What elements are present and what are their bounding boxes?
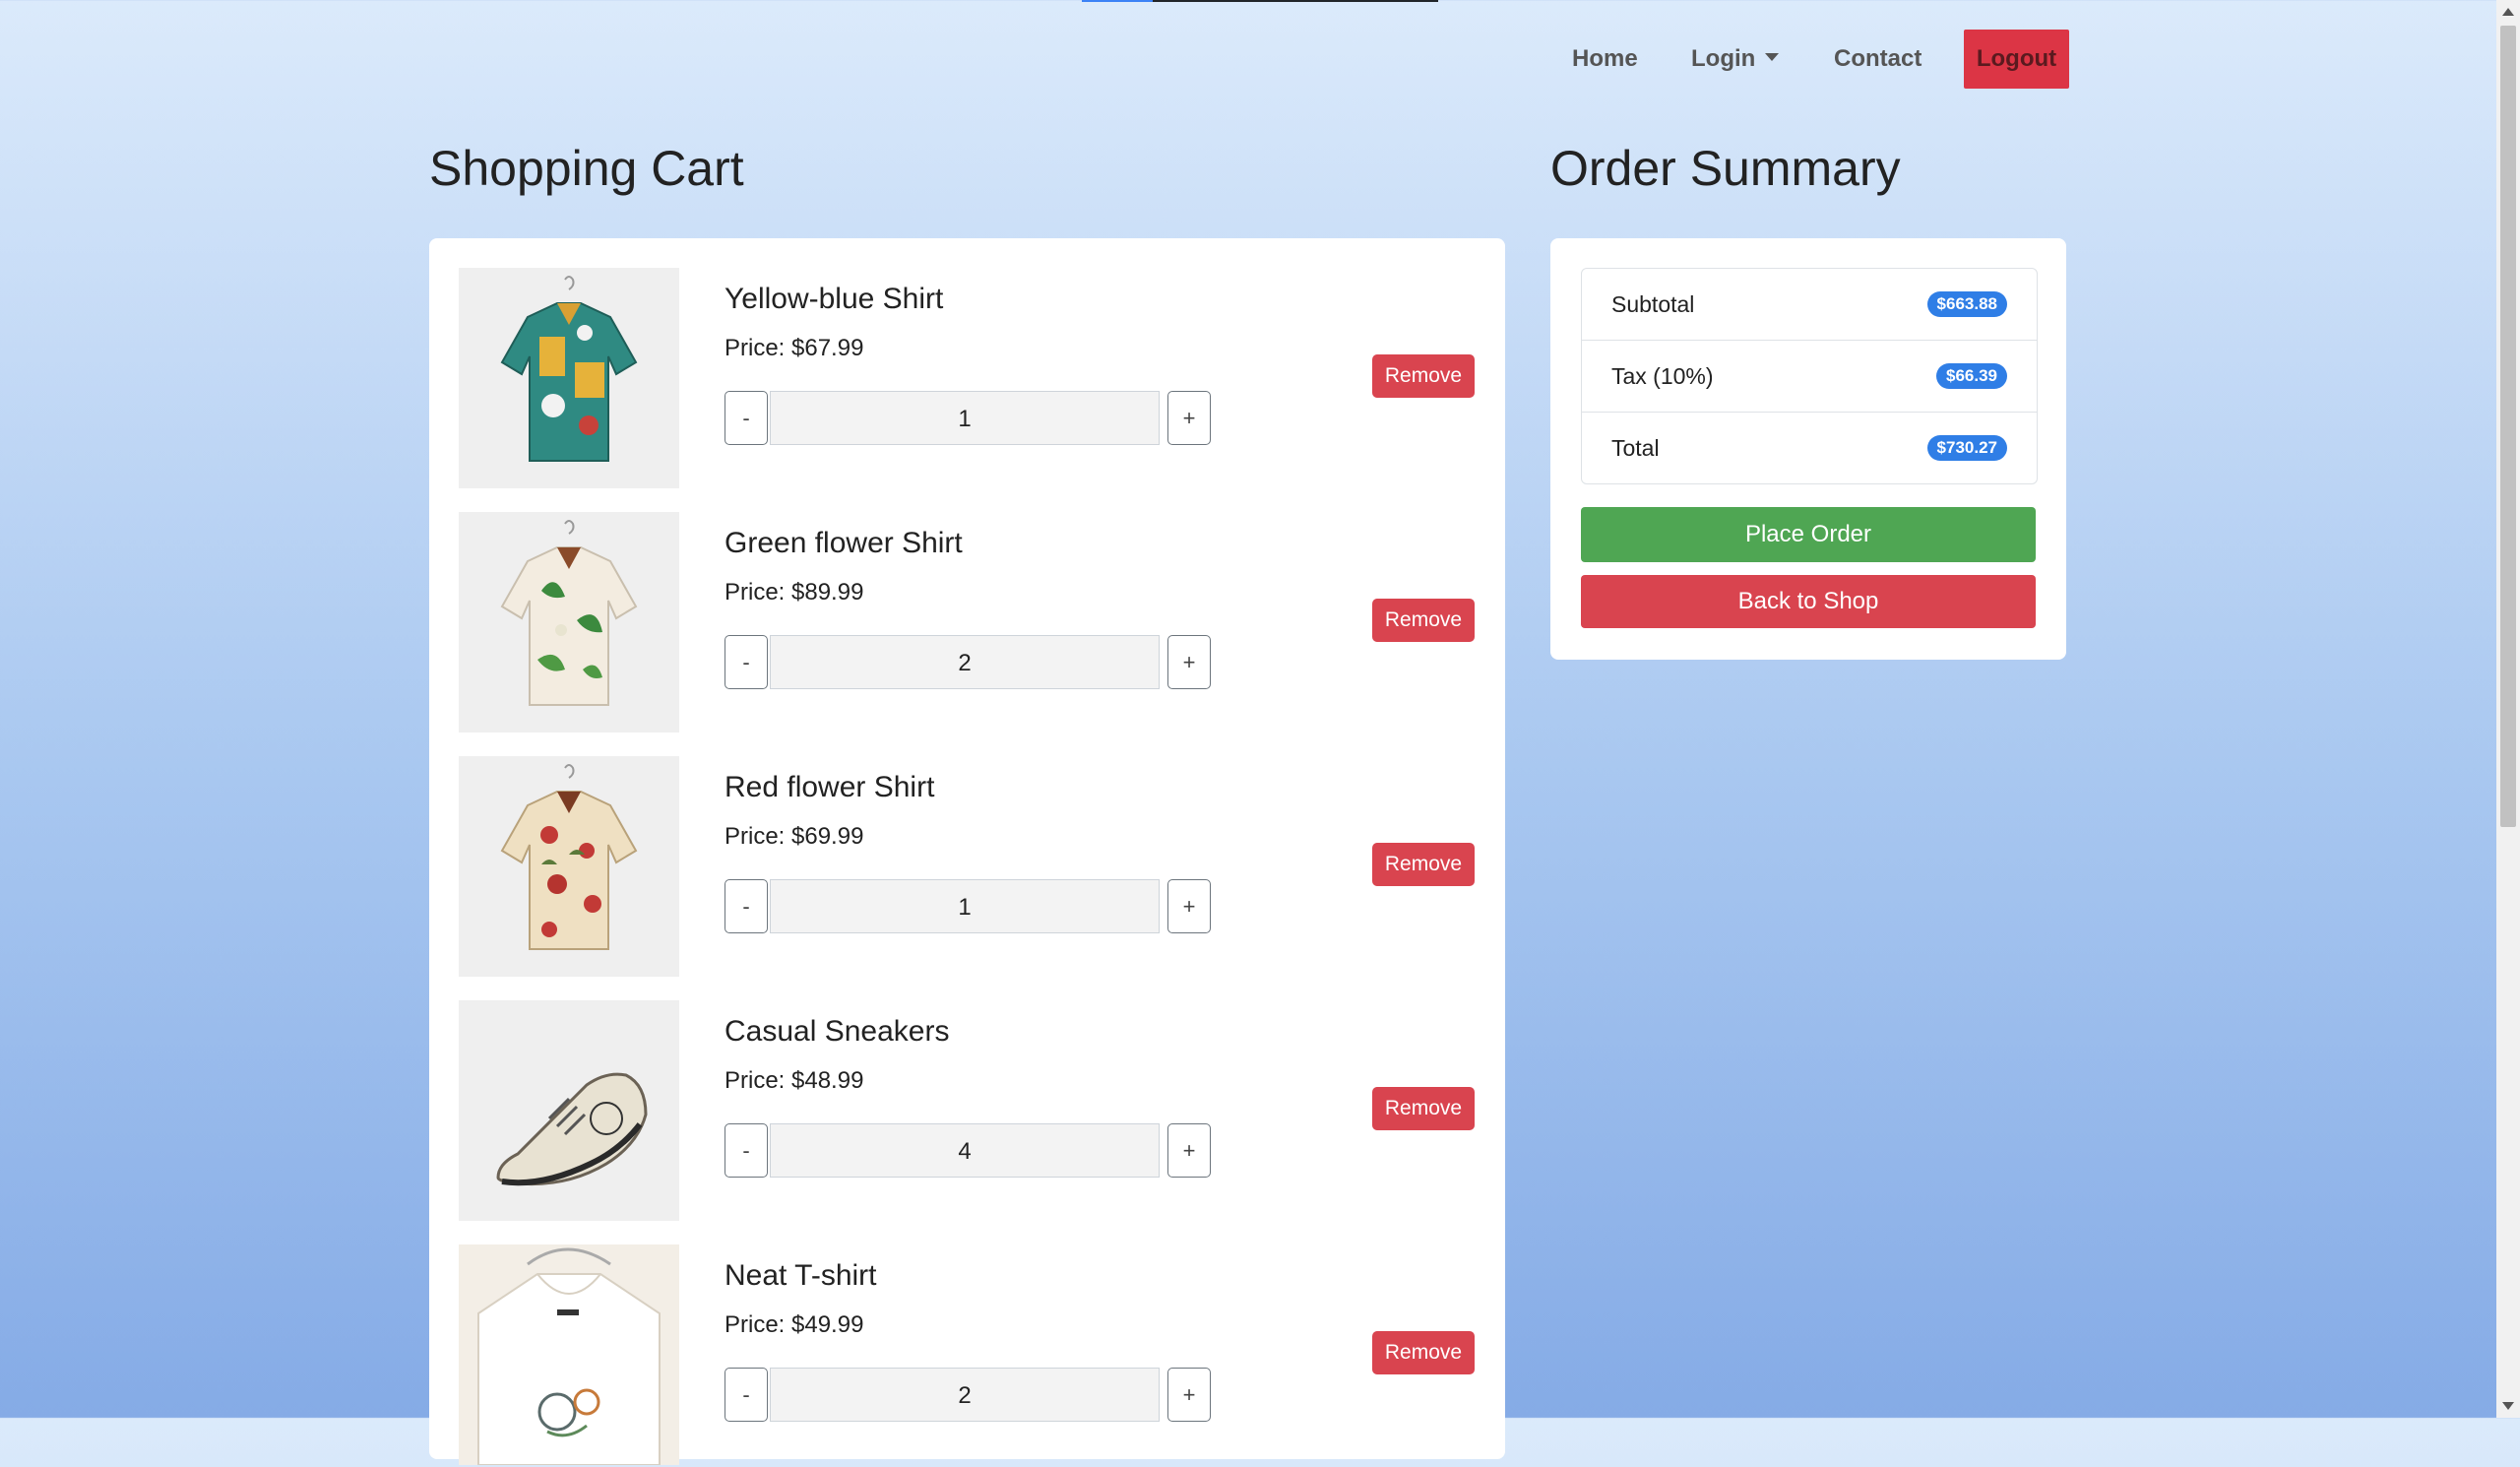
nav-home-link[interactable]: Home — [1572, 30, 1638, 89]
cart-item: Neat T-shirt Price: $49.99 - 2 + Remove — [459, 1244, 1476, 1467]
total-badge: $730.27 — [1926, 435, 2007, 461]
product-image — [459, 268, 679, 488]
product-price: Price: $69.99 — [724, 823, 864, 850]
scroll-up-arrow-icon[interactable] — [2502, 8, 2514, 16]
increase-quantity-button[interactable]: + — [1167, 879, 1211, 933]
quantity-stepper: - 1 + — [724, 879, 1211, 935]
caret-down-icon — [1765, 52, 1780, 61]
nav-login-label: Login — [1691, 45, 1756, 72]
order-summary-card: Subtotal $663.88 Tax (10%) $66.39 Total … — [1550, 238, 2066, 660]
summary-row-tax: Tax (10%) $66.39 — [1582, 341, 2037, 413]
back-to-shop-button[interactable]: Back to Shop — [1581, 575, 2036, 628]
remove-button[interactable]: Remove — [1372, 843, 1475, 886]
vertical-scrollbar[interactable] — [2496, 0, 2520, 1418]
top-nav: Home Login Contact Logout — [0, 30, 2520, 89]
decrease-quantity-button[interactable]: - — [724, 1123, 768, 1178]
shirt-image — [500, 764, 638, 950]
scrollbar-thumb[interactable] — [2500, 26, 2516, 827]
product-name: Casual Sneakers — [724, 1015, 950, 1048]
quantity-input[interactable]: 1 — [770, 879, 1160, 933]
tax-label: Tax (10%) — [1611, 363, 1714, 389]
decrease-quantity-button[interactable]: - — [724, 879, 768, 933]
cart-card: Yellow-blue Shirt Price: $67.99 - 1 + Re… — [429, 238, 1505, 1465]
decrease-quantity-button[interactable]: - — [724, 391, 768, 445]
product-name: Red flower Shirt — [724, 771, 935, 803]
quantity-stepper: - 2 + — [724, 1368, 1211, 1424]
top-progress-line — [1082, 0, 1438, 2]
product-image — [459, 1244, 679, 1465]
subtotal-label: Subtotal — [1611, 291, 1695, 317]
order-summary-title: Order Summary — [1550, 141, 1901, 196]
quantity-stepper: - 2 + — [724, 635, 1211, 691]
increase-quantity-button[interactable]: + — [1167, 1368, 1211, 1422]
shopping-cart-title: Shopping Cart — [429, 141, 744, 196]
cart-item: Green flower Shirt Price: $89.99 - 2 + R… — [459, 512, 1476, 734]
scroll-down-arrow-icon[interactable] — [2502, 1402, 2514, 1410]
tshirt-image — [477, 1247, 661, 1465]
shirt-image — [500, 276, 638, 462]
shirt-image — [500, 520, 638, 706]
summary-list: Subtotal $663.88 Tax (10%) $66.39 Total … — [1581, 268, 2038, 484]
summary-row-total: Total $730.27 — [1582, 413, 2037, 483]
nav-login-dropdown[interactable]: Login — [1691, 30, 1780, 89]
product-name: Green flower Shirt — [724, 527, 963, 559]
remove-button[interactable]: Remove — [1372, 599, 1475, 642]
product-image — [459, 512, 679, 733]
increase-quantity-button[interactable]: + — [1167, 1123, 1211, 1178]
product-name: Neat T-shirt — [724, 1259, 877, 1292]
cart-item: Yellow-blue Shirt Price: $67.99 - 1 + Re… — [459, 268, 1476, 490]
quantity-stepper: - 4 + — [724, 1123, 1211, 1180]
top-progress-segment — [1082, 0, 1153, 2]
remove-button[interactable]: Remove — [1372, 354, 1475, 398]
subtotal-badge: $663.88 — [1926, 291, 2007, 317]
quantity-input[interactable]: 4 — [770, 1123, 1160, 1178]
product-image — [459, 756, 679, 977]
sneaker-image — [496, 1072, 648, 1186]
product-image — [459, 1000, 679, 1221]
quantity-input[interactable]: 1 — [770, 391, 1160, 445]
product-name: Yellow-blue Shirt — [724, 283, 944, 315]
quantity-input[interactable]: 2 — [770, 635, 1160, 689]
product-price: Price: $89.99 — [724, 579, 864, 606]
remove-button[interactable]: Remove — [1372, 1087, 1475, 1130]
cart-item: Red flower Shirt Price: $69.99 - 1 + Rem… — [459, 756, 1476, 979]
quantity-stepper: - 1 + — [724, 391, 1211, 447]
logout-button[interactable]: Logout — [1964, 30, 2069, 89]
nav-contact-link[interactable]: Contact — [1834, 30, 1922, 89]
summary-row-subtotal: Subtotal $663.88 — [1582, 269, 2037, 341]
total-label: Total — [1611, 435, 1660, 461]
decrease-quantity-button[interactable]: - — [724, 635, 768, 689]
remove-button[interactable]: Remove — [1372, 1331, 1475, 1374]
decrease-quantity-button[interactable]: - — [724, 1368, 768, 1422]
product-price: Price: $48.99 — [724, 1067, 864, 1094]
product-price: Price: $67.99 — [724, 335, 864, 361]
quantity-input[interactable]: 2 — [770, 1368, 1160, 1422]
tax-badge: $66.39 — [1936, 363, 2007, 389]
increase-quantity-button[interactable]: + — [1167, 391, 1211, 445]
place-order-button[interactable]: Place Order — [1581, 507, 2036, 562]
cart-item: Casual Sneakers Price: $48.99 - 4 + Remo… — [459, 1000, 1476, 1223]
increase-quantity-button[interactable]: + — [1167, 635, 1211, 689]
product-price: Price: $49.99 — [724, 1311, 864, 1338]
